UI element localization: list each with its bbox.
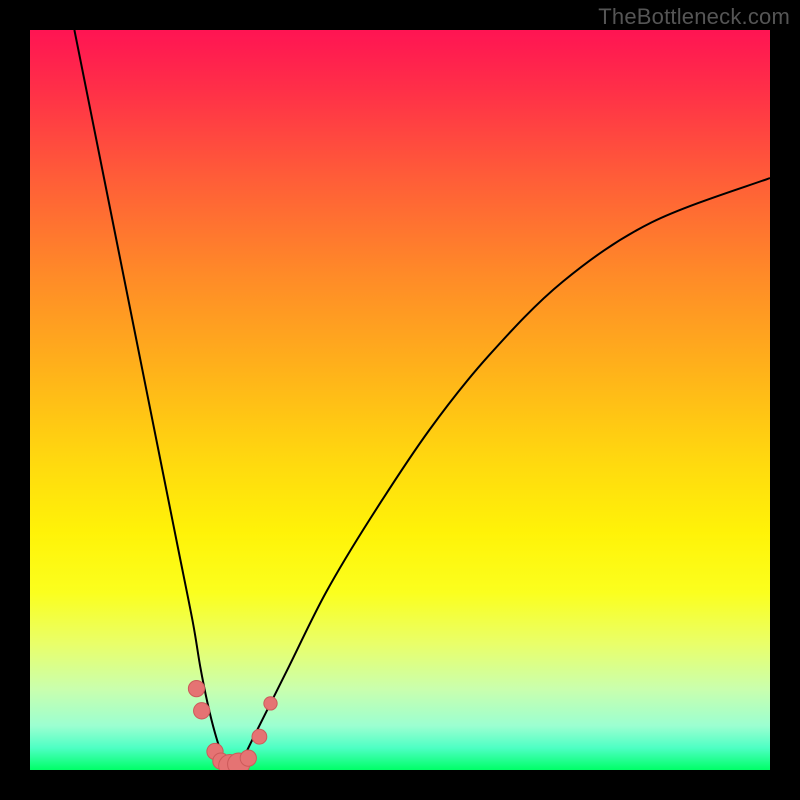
chart-svg	[30, 30, 770, 770]
bottleneck-curve	[74, 30, 770, 768]
data-point	[240, 750, 256, 766]
data-point	[194, 703, 210, 719]
data-point	[252, 729, 267, 744]
chart-container: TheBottleneck.com	[0, 0, 800, 800]
watermark-text: TheBottleneck.com	[598, 4, 790, 30]
plot-area	[30, 30, 770, 770]
data-point	[264, 697, 277, 710]
data-point	[188, 680, 204, 696]
data-points	[188, 680, 277, 770]
